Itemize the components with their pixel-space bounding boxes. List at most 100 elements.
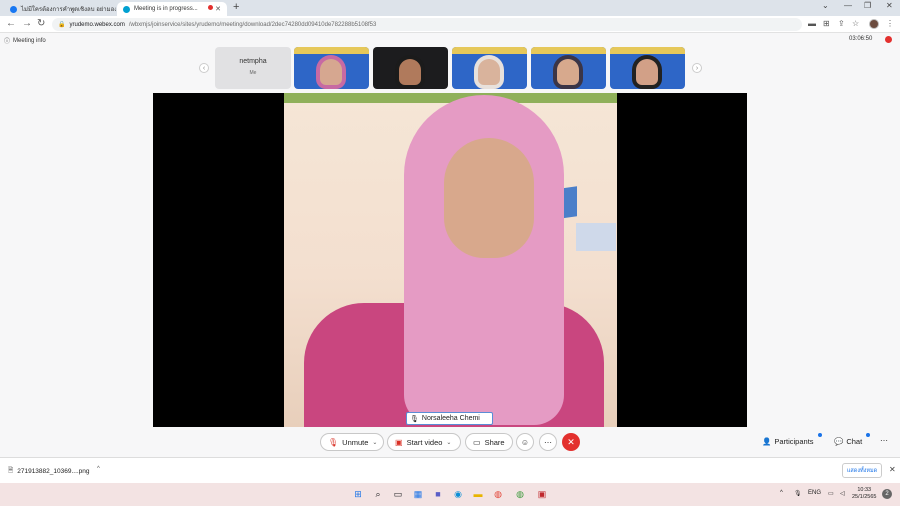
leave-indicator-icon[interactable] (885, 36, 892, 43)
tab-close-icon[interactable]: ✕ (215, 5, 221, 13)
install-icon[interactable]: ⊞ (823, 19, 830, 28)
back-arrow-icon[interactable]: ← (6, 18, 16, 29)
edge-icon[interactable]: ◉ (452, 488, 464, 500)
new-tab-button[interactable]: + (233, 1, 239, 13)
widgets-icon[interactable]: ▦ (412, 488, 424, 500)
tile-banner (531, 47, 606, 54)
meeting-timer: 03:06:50 (849, 36, 873, 42)
app-icon[interactable]: ▣ (536, 488, 548, 500)
download-file-name: 271913882_10369....png (17, 468, 90, 475)
more-options-button[interactable]: ⋯ (539, 433, 557, 451)
share-label: Share (484, 437, 505, 447)
minimize-button[interactable]: — (844, 1, 852, 10)
unmute-button[interactable]: 🎙 Unmute ⌄ (320, 433, 384, 451)
tile-banner (610, 47, 685, 54)
share-screen-icon: ▭ (473, 437, 481, 447)
reload-icon[interactable]: ↻ (37, 18, 45, 29)
participant-video (557, 59, 579, 85)
self-name: netmpha (239, 58, 267, 65)
chevron-up-icon[interactable]: ^ (97, 466, 100, 472)
speaker-name: Norsaleeha Chemi (421, 415, 480, 422)
reactions-button[interactable]: ☺ (516, 433, 534, 451)
network-icon[interactable]: ▭ (828, 490, 834, 497)
meeting-info-label: Meeting info (13, 37, 46, 44)
tab-title: Meeting is in progress... (134, 6, 198, 12)
system-clock[interactable]: 10:33 25/1/2565 (852, 487, 876, 501)
url-path: /wbxmjs/joinservice/sites/yrudemo/meetin… (128, 21, 377, 28)
volume-icon[interactable]: ◁ (840, 490, 845, 497)
tray-chevron-up-icon[interactable]: ^ (780, 490, 783, 496)
speaker-name-tag: 🎙 Norsaleeha Chemi (406, 412, 493, 425)
participant-tile[interactable] (452, 47, 527, 89)
participants-icon: 👤 (762, 437, 772, 446)
participant-video (478, 59, 500, 85)
active-speaker-video (284, 93, 617, 427)
participant-video (399, 59, 421, 85)
chrome-icon[interactable]: ◍ (492, 488, 504, 500)
windows-start-icon[interactable]: ⊞ (352, 488, 364, 500)
forward-arrow-icon[interactable]: → (22, 18, 32, 29)
bookmark-star-icon[interactable]: ☆ (852, 19, 859, 28)
chrome-active-icon[interactable]: ◍ (514, 488, 526, 500)
browser-tab-facebook[interactable]: ไม่มีใครต้องการคำพูดเชิงลบ อย่ามองข้าม ✕ (4, 2, 116, 16)
participants-label: Participants (774, 437, 814, 446)
participant-video (320, 59, 342, 85)
chat-button[interactable]: 💬 Chat (834, 437, 862, 446)
thumbnails-next-button[interactable]: › (692, 63, 702, 73)
tab-title: ไม่มีใครต้องการคำพูดเชิงลบ อย่ามองข้าม (21, 7, 116, 13)
participants-badge (818, 433, 822, 437)
active-speaker-stage[interactable] (153, 93, 747, 427)
thumbnails-prev-button[interactable]: ‹ (199, 63, 209, 73)
self-tile[interactable]: netmpha Me (215, 47, 291, 89)
file-explorer-icon[interactable]: ▬ (472, 488, 484, 500)
participant-tile[interactable] (294, 47, 369, 89)
chat-label: Chat (846, 437, 863, 446)
camera-icon[interactable]: ▬ (808, 19, 816, 28)
tile-banner (294, 47, 369, 54)
url-host: yrudemo.webex.com (69, 21, 125, 28)
search-icon[interactable]: ⌕ (372, 488, 384, 500)
lock-icon: 🔒 (58, 22, 66, 28)
chat-bubble-icon: 💬 (834, 437, 844, 446)
share-button[interactable]: ▭ Share (465, 433, 513, 451)
close-window-button[interactable]: ✕ (886, 1, 893, 10)
meeting-info-button[interactable]: ⓘ Meeting info (4, 36, 46, 46)
tab-search-icon[interactable]: ⌄ (822, 1, 829, 10)
more-controls-icon[interactable]: ⋯ (880, 436, 888, 445)
profile-avatar[interactable] (869, 19, 879, 29)
share-page-icon[interactable]: ⇪ (838, 19, 845, 28)
teams-chat-icon[interactable]: ■ (432, 488, 444, 500)
facebook-icon (10, 5, 17, 13)
participant-thumbnails: ‹ netmpha Me › (0, 47, 900, 91)
meeting-header: ⓘ Meeting info 03:06:50 (0, 33, 900, 47)
start-video-button[interactable]: ▣ Start video ⌄ (387, 433, 461, 451)
download-item[interactable]: 🗎 271913882_10369....png (8, 466, 90, 477)
chevron-down-icon[interactable]: ⌄ (446, 439, 451, 446)
downloads-bar: 🗎 271913882_10369....png ^ แสดงทั้งหมด ✕ (0, 457, 900, 483)
microphone-icon: 🎙 (410, 415, 419, 423)
participant-tile[interactable] (610, 47, 685, 89)
clock-date: 25/1/2565 (852, 494, 877, 500)
end-call-button[interactable]: ✕ (562, 433, 580, 451)
chevron-down-icon[interactable]: ⌄ (372, 439, 377, 446)
participant-video (636, 59, 658, 85)
webex-icon (123, 5, 130, 13)
participant-tile[interactable] (373, 47, 448, 89)
maximize-button[interactable]: ❐ (864, 1, 871, 10)
browser-menu-icon[interactable]: ⋮ (886, 19, 894, 28)
notification-badge[interactable]: 2 (882, 489, 892, 499)
microphone-tray-icon[interactable]: 🎙 (794, 490, 802, 497)
start-video-label: Start video (406, 437, 443, 447)
address-bar[interactable]: 🔒 yrudemo.webex.com/wbxmjs/joinservice/s… (52, 18, 802, 31)
language-indicator[interactable]: ENG (808, 490, 821, 496)
browser-tab-strip: ไม่มีใครต้องการคำพูดเชิงลบ อย่ามองข้าม ✕… (0, 0, 900, 16)
self-tag: Me (249, 70, 257, 76)
task-view-icon[interactable]: ▭ (392, 488, 404, 500)
chat-badge (866, 433, 870, 437)
show-all-button[interactable]: แสดงทั้งหมด (842, 463, 882, 478)
participant-tile[interactable] (531, 47, 606, 89)
file-icon: 🗎 (8, 467, 14, 474)
participants-button[interactable]: 👤 Participants (762, 437, 814, 446)
info-icon: ⓘ (4, 39, 11, 45)
close-downloads-icon[interactable]: ✕ (889, 465, 896, 474)
